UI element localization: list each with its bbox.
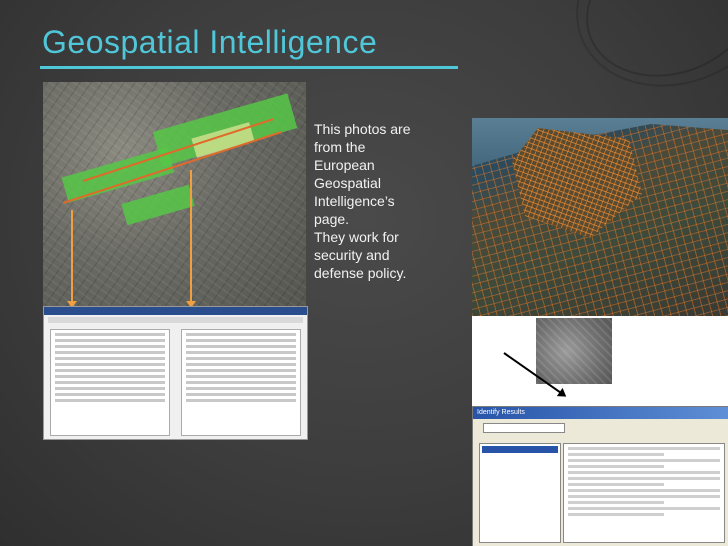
body-text: This photos are from the European Geospa… [314, 121, 411, 281]
identify-results-panel [43, 306, 308, 440]
panel-title-bar [44, 307, 307, 315]
panel-toolbar [48, 317, 303, 323]
slide-title: Geospatial Intelligence [42, 24, 378, 60]
satellite-map [472, 118, 728, 316]
layers-selector [473, 419, 728, 437]
highlight-area [121, 184, 195, 226]
pointer-arrow [67, 210, 77, 308]
aerial-photo [43, 82, 306, 310]
attribute-table [181, 329, 301, 436]
pointer-arrow [186, 170, 196, 308]
identify-results-dialog: Identify Results [472, 406, 728, 546]
results-tree [479, 443, 561, 543]
dialog-title: Identify Results [473, 407, 728, 419]
mini-aerial-photo [536, 318, 612, 384]
title-underline [40, 66, 458, 69]
results-grid [563, 443, 725, 543]
identify-screenshot: Identify Results [472, 316, 728, 546]
city-overlay [512, 128, 642, 238]
slide: Geospatial Intelligence This photos are … [0, 0, 728, 546]
attribute-table [50, 329, 170, 436]
